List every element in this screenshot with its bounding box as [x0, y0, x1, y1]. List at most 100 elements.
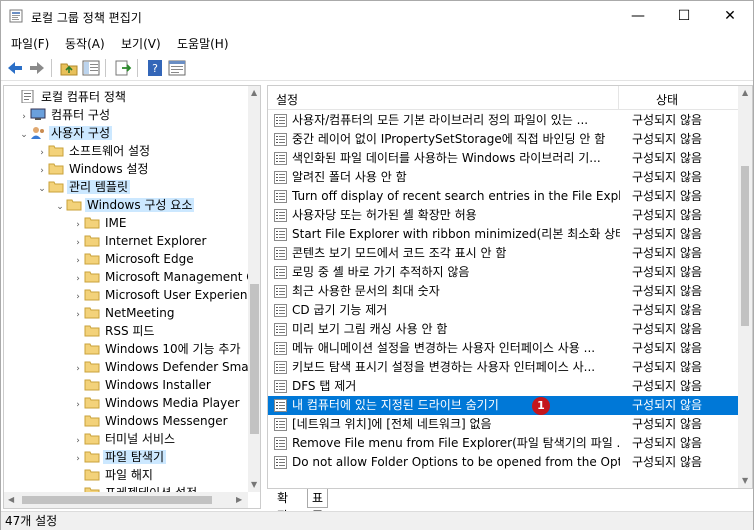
- tree-node[interactable]: › Windows 설정: [36, 160, 150, 178]
- tree-node[interactable]: › Microsoft User Experience: [72, 286, 248, 304]
- scroll-up-icon[interactable]: ▲: [251, 88, 257, 97]
- help-icon[interactable]: ?: [145, 58, 165, 78]
- settings-pane: 설정 상태 사용자/컴퓨터의 모든 기본 라이브러리 정의 파일이 있는 ...…: [267, 85, 753, 489]
- scroll-left-icon[interactable]: ◀: [8, 495, 14, 504]
- folder-icon: [84, 270, 100, 283]
- setting-row[interactable]: 로밍 중 셸 바로 가기 추적하지 않음 구성되지 않음: [268, 263, 738, 282]
- menu-file[interactable]: 파일(F): [11, 35, 49, 52]
- folder-icon: [84, 468, 100, 481]
- setting-row[interactable]: 색인화된 파일 데이터를 사용하는 Windows 라이브러리 기... 구성되지…: [268, 149, 738, 168]
- policy-icon: [20, 89, 36, 104]
- policy-setting-icon: [274, 114, 287, 127]
- setting-row[interactable]: 키보드 탐색 표시기 설정을 변경하는 사용자 인터페이스 사... 구성되지 않…: [268, 358, 738, 377]
- setting-state: 구성되지 않음: [632, 341, 703, 355]
- column-setting-header[interactable]: 설정: [276, 91, 298, 108]
- scroll-up-icon[interactable]: ▲: [742, 88, 748, 97]
- tree-node[interactable]: › Internet Explorer: [72, 232, 208, 250]
- show-hide-tree-icon[interactable]: [81, 58, 101, 78]
- policy-setting-icon: [274, 171, 287, 184]
- setting-row[interactable]: 알려진 폴더 사용 안 함 구성되지 않음: [268, 168, 738, 187]
- tree-horizontal-scrollbar[interactable]: ◀ ▶: [4, 492, 248, 508]
- policy-setting-icon: [274, 304, 287, 317]
- setting-row[interactable]: Remove File menu from File Explorer(파일 탐…: [268, 434, 738, 453]
- menu-action[interactable]: 동작(A): [65, 35, 105, 52]
- setting-name: 미리 보기 그림 캐싱 사용 안 함: [292, 322, 448, 336]
- list-vertical-scrollbar[interactable]: ▲ ▼: [738, 86, 752, 488]
- policy-setting-icon: [274, 437, 287, 450]
- tree-node-label: Microsoft Edge: [105, 252, 194, 266]
- folder-icon: [48, 144, 64, 157]
- tab-extended[interactable]: 확장: [273, 489, 292, 523]
- tree-node[interactable]: 프레젠테이션 설정: [72, 484, 199, 492]
- tree-node[interactable]: ⌄ 관리 템플릿: [36, 178, 131, 198]
- tree-node[interactable]: › 파일 탐색기: [72, 448, 167, 466]
- chevron-down-icon[interactable]: ⌄: [54, 198, 66, 216]
- tree-node[interactable]: › NetMeeting: [72, 304, 176, 322]
- title-bar[interactable]: 로컬 그룹 정책 편집기 — ☐ ✕: [1, 1, 753, 31]
- tree-node[interactable]: ⌄ Windows 구성 요소: [54, 196, 195, 216]
- policy-setting-icon: [274, 285, 287, 298]
- setting-row[interactable]: 최근 사용한 문서의 최대 숫자 구성되지 않음: [268, 282, 738, 301]
- back-arrow-icon[interactable]: [5, 58, 25, 78]
- setting-row[interactable]: 내 컴퓨터에 있는 지정된 드라이브 숨기기 구성되지 않음 1: [268, 396, 738, 415]
- tree-scroll-thumb[interactable]: [250, 284, 259, 434]
- tree-node[interactable]: Windows 10에 기능 추가: [72, 340, 242, 358]
- setting-state: 구성되지 않음: [632, 455, 703, 469]
- chevron-down-icon[interactable]: ⌄: [36, 180, 48, 198]
- maximize-button[interactable]: ☐: [661, 1, 707, 31]
- setting-name: Remove File menu from File Explorer(파일 탐…: [292, 436, 620, 450]
- setting-row[interactable]: CD 굽기 기능 제거 구성되지 않음: [268, 301, 738, 320]
- tab-standard[interactable]: 표준: [307, 489, 329, 523]
- setting-row[interactable]: [네트워크 위치]에 [전체 네트워크] 없음 구성되지 않음: [268, 415, 738, 434]
- export-list-icon[interactable]: [113, 58, 133, 78]
- setting-row[interactable]: 미리 보기 그림 캐싱 사용 안 함 구성되지 않음: [268, 320, 738, 339]
- tree-node[interactable]: Windows Installer: [72, 376, 213, 394]
- menu-view[interactable]: 보기(V): [121, 35, 161, 52]
- forward-arrow-icon[interactable]: [27, 58, 47, 78]
- setting-state: 구성되지 않음: [632, 170, 703, 184]
- tree-node[interactable]: ⌄ 사용자 구성: [18, 124, 113, 144]
- tree-node[interactable]: › 소프트웨어 설정: [36, 142, 152, 160]
- tree-hscroll-thumb[interactable]: [22, 496, 212, 504]
- setting-row[interactable]: 사용자당 또는 허가된 셸 확장만 허용 구성되지 않음: [268, 206, 738, 225]
- setting-row[interactable]: 사용자/컴퓨터의 모든 기본 라이브러리 정의 파일이 있는 ... 구성되지 않…: [268, 111, 738, 130]
- tree-vertical-scrollbar[interactable]: ▲ ▼: [248, 86, 260, 492]
- tree-node[interactable]: 파일 해지: [72, 466, 155, 484]
- scroll-down-icon[interactable]: ▼: [251, 480, 257, 489]
- setting-row[interactable]: Start File Explorer with ribbon minimize…: [268, 225, 738, 244]
- setting-row[interactable]: 메뉴 애니메이션 설정을 변경하는 사용자 인터페이스 사용 ... 구성되지 않…: [268, 339, 738, 358]
- setting-row[interactable]: 콘텐츠 보기 모드에서 코드 조각 표시 안 함 구성되지 않음: [268, 244, 738, 263]
- folder-icon: [66, 198, 82, 211]
- tree-node[interactable]: › Microsoft Management Co: [72, 268, 248, 286]
- close-button[interactable]: ✕: [707, 1, 753, 31]
- folder-icon: [84, 252, 100, 265]
- properties-icon[interactable]: [167, 58, 187, 78]
- list-scroll-thumb[interactable]: [741, 166, 749, 326]
- setting-row[interactable]: Turn off display of recent search entrie…: [268, 187, 738, 206]
- toolbar-separator: [137, 59, 138, 77]
- up-folder-icon[interactable]: [59, 58, 79, 78]
- setting-row[interactable]: DFS 탭 제거 구성되지 않음: [268, 377, 738, 396]
- menu-help[interactable]: 도움말(H): [177, 35, 229, 52]
- setting-row[interactable]: 중간 레이어 없이 IPropertySetStorage에 직접 바인딩 안 …: [268, 130, 738, 149]
- toolbar-separator: [105, 59, 106, 77]
- setting-state: 구성되지 않음: [632, 227, 703, 241]
- scroll-right-icon[interactable]: ▶: [236, 495, 242, 504]
- tree-node[interactable]: Windows Messenger: [72, 412, 230, 430]
- setting-state: 구성되지 않음: [632, 398, 703, 412]
- scroll-down-icon[interactable]: ▼: [742, 476, 748, 485]
- tree-node[interactable]: › Microsoft Edge: [72, 250, 196, 268]
- tree-node[interactable]: › Windows Media Player: [72, 394, 242, 412]
- tree-node[interactable]: › 터미널 서비스: [72, 430, 177, 448]
- tree-node[interactable]: › Windows Defender Smart: [72, 358, 248, 376]
- setting-name: Turn off display of recent search entrie…: [292, 189, 620, 203]
- tree-node[interactable]: › 컴퓨터 구성: [18, 106, 112, 124]
- tree-node[interactable]: › IME: [72, 214, 128, 232]
- tree-node[interactable]: 로컬 컴퓨터 정책: [8, 88, 128, 106]
- setting-row[interactable]: Do not allow Folder Options to be opened…: [268, 453, 738, 472]
- column-divider[interactable]: [618, 86, 619, 110]
- chevron-down-icon[interactable]: ⌄: [18, 126, 30, 144]
- tree-node[interactable]: RSS 피드: [72, 322, 156, 340]
- column-state-header[interactable]: 상태: [656, 91, 678, 108]
- minimize-button[interactable]: —: [615, 1, 661, 31]
